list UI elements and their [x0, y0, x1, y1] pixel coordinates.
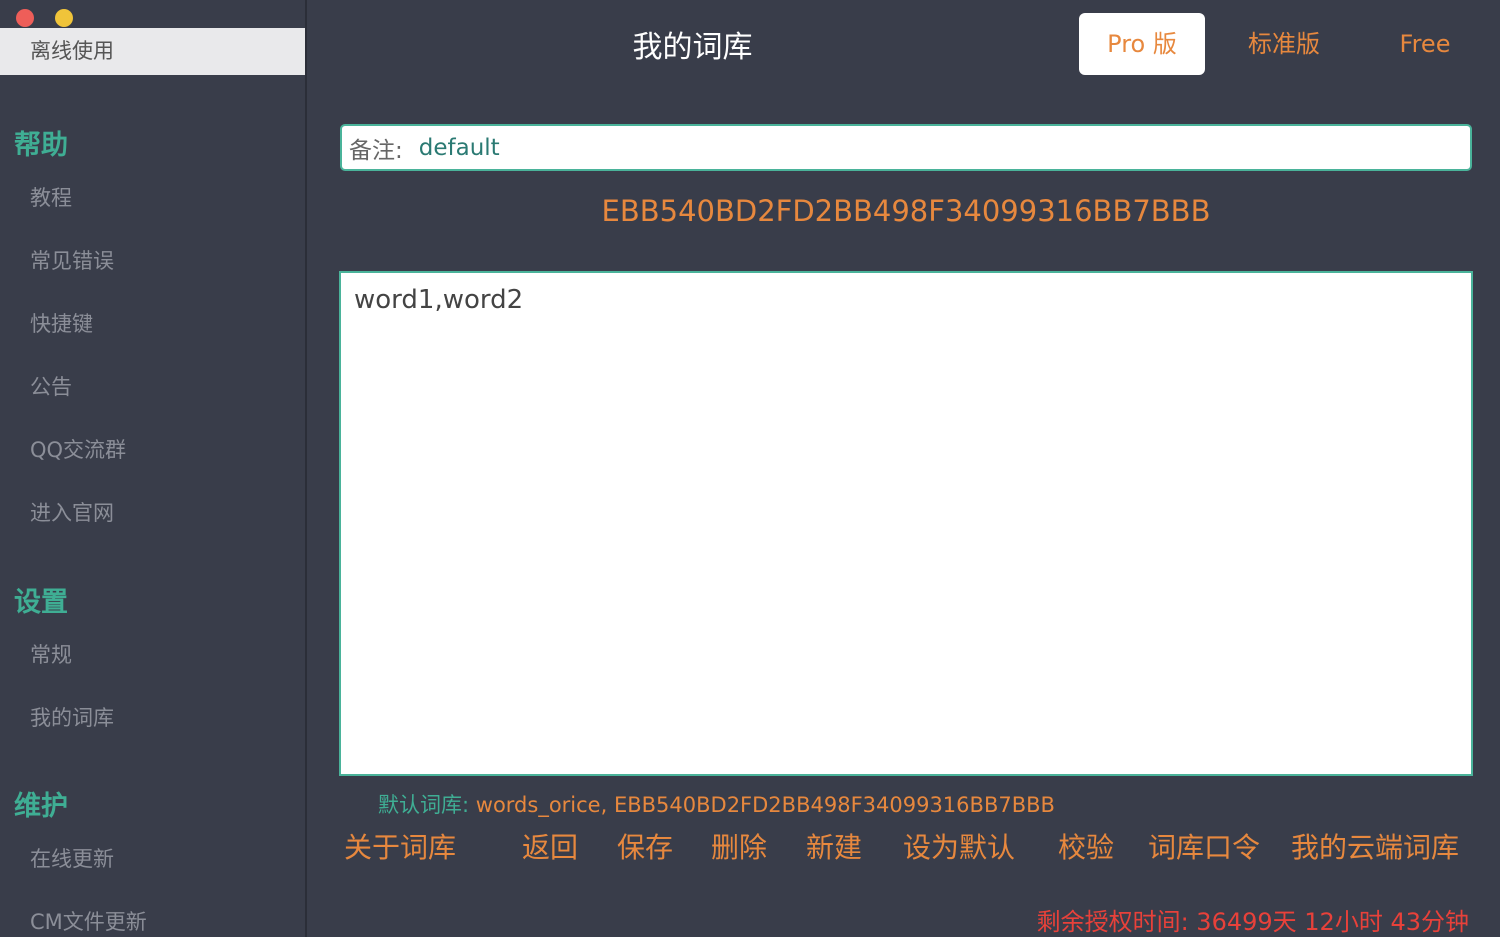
- back-button[interactable]: 返回: [522, 826, 578, 866]
- sidebar-item-my-library[interactable]: 我的词库: [30, 702, 114, 732]
- note-input[interactable]: [418, 134, 1470, 161]
- delete-button[interactable]: 删除: [711, 826, 767, 866]
- note-label: 备注:: [349, 137, 403, 164]
- sidebar-item-shortcuts[interactable]: 快捷键: [30, 308, 93, 338]
- sidebar-item-offline[interactable]: 离线使用: [0, 28, 305, 75]
- standard-version-button[interactable]: 标准版: [1226, 13, 1342, 75]
- library-id: EBB540BD2FD2BB498F34099316BB7BBB: [601, 194, 1211, 228]
- default-library-label: 默认词库:: [378, 793, 476, 817]
- app-window: 离线使用 帮助 教程 常见错误 快捷键 公告 QQ交流群 进入官网 设置 常规 …: [0, 0, 1500, 937]
- word-list-textarea[interactable]: word1,word2: [339, 271, 1473, 776]
- note-field: 备注:: [340, 124, 1472, 171]
- section-title-maintenance: 维护: [14, 791, 68, 822]
- section-title-help: 帮助: [14, 130, 68, 161]
- sidebar-item-common-errors[interactable]: 常见错误: [30, 245, 114, 275]
- about-library-button[interactable]: 关于词库: [344, 826, 456, 866]
- set-default-button[interactable]: 设为默认: [903, 826, 1015, 866]
- sidebar-item-general[interactable]: 常规: [30, 639, 72, 669]
- close-window-button[interactable]: [16, 9, 34, 27]
- sidebar-item-cm-file-update[interactable]: CM文件更新: [30, 906, 147, 936]
- new-button[interactable]: 新建: [806, 826, 862, 866]
- pro-version-button[interactable]: Pro 版: [1079, 13, 1205, 75]
- sidebar-item-qq-group[interactable]: QQ交流群: [30, 434, 126, 464]
- my-cloud-library-button[interactable]: 我的云端词库: [1291, 826, 1459, 866]
- section-title-settings: 设置: [14, 587, 68, 618]
- save-button[interactable]: 保存: [617, 826, 673, 866]
- sidebar-item-announcements[interactable]: 公告: [30, 371, 72, 401]
- sidebar: 离线使用 帮助 教程 常见错误 快捷键 公告 QQ交流群 进入官网 设置 常规 …: [0, 0, 307, 937]
- minimize-window-button[interactable]: [55, 9, 73, 27]
- verify-button[interactable]: 校验: [1058, 826, 1114, 866]
- free-version-button[interactable]: Free: [1370, 13, 1480, 75]
- page-title: 我的词库: [632, 30, 753, 65]
- sidebar-item-online-update[interactable]: 在线更新: [30, 843, 114, 873]
- default-library-value: words_orice, EBB540BD2FD2BB498F34099316B…: [475, 793, 1055, 817]
- library-password-button[interactable]: 词库口令: [1148, 826, 1260, 866]
- sidebar-item-tutorial[interactable]: 教程: [30, 182, 72, 212]
- sidebar-item-official-site[interactable]: 进入官网: [30, 497, 114, 527]
- default-library-info: 默认词库: words_orice, EBB540BD2FD2BB498F340…: [378, 789, 1055, 819]
- license-remaining-time: 剩余授权时间: 36499天 12小时 43分钟: [1036, 908, 1469, 936]
